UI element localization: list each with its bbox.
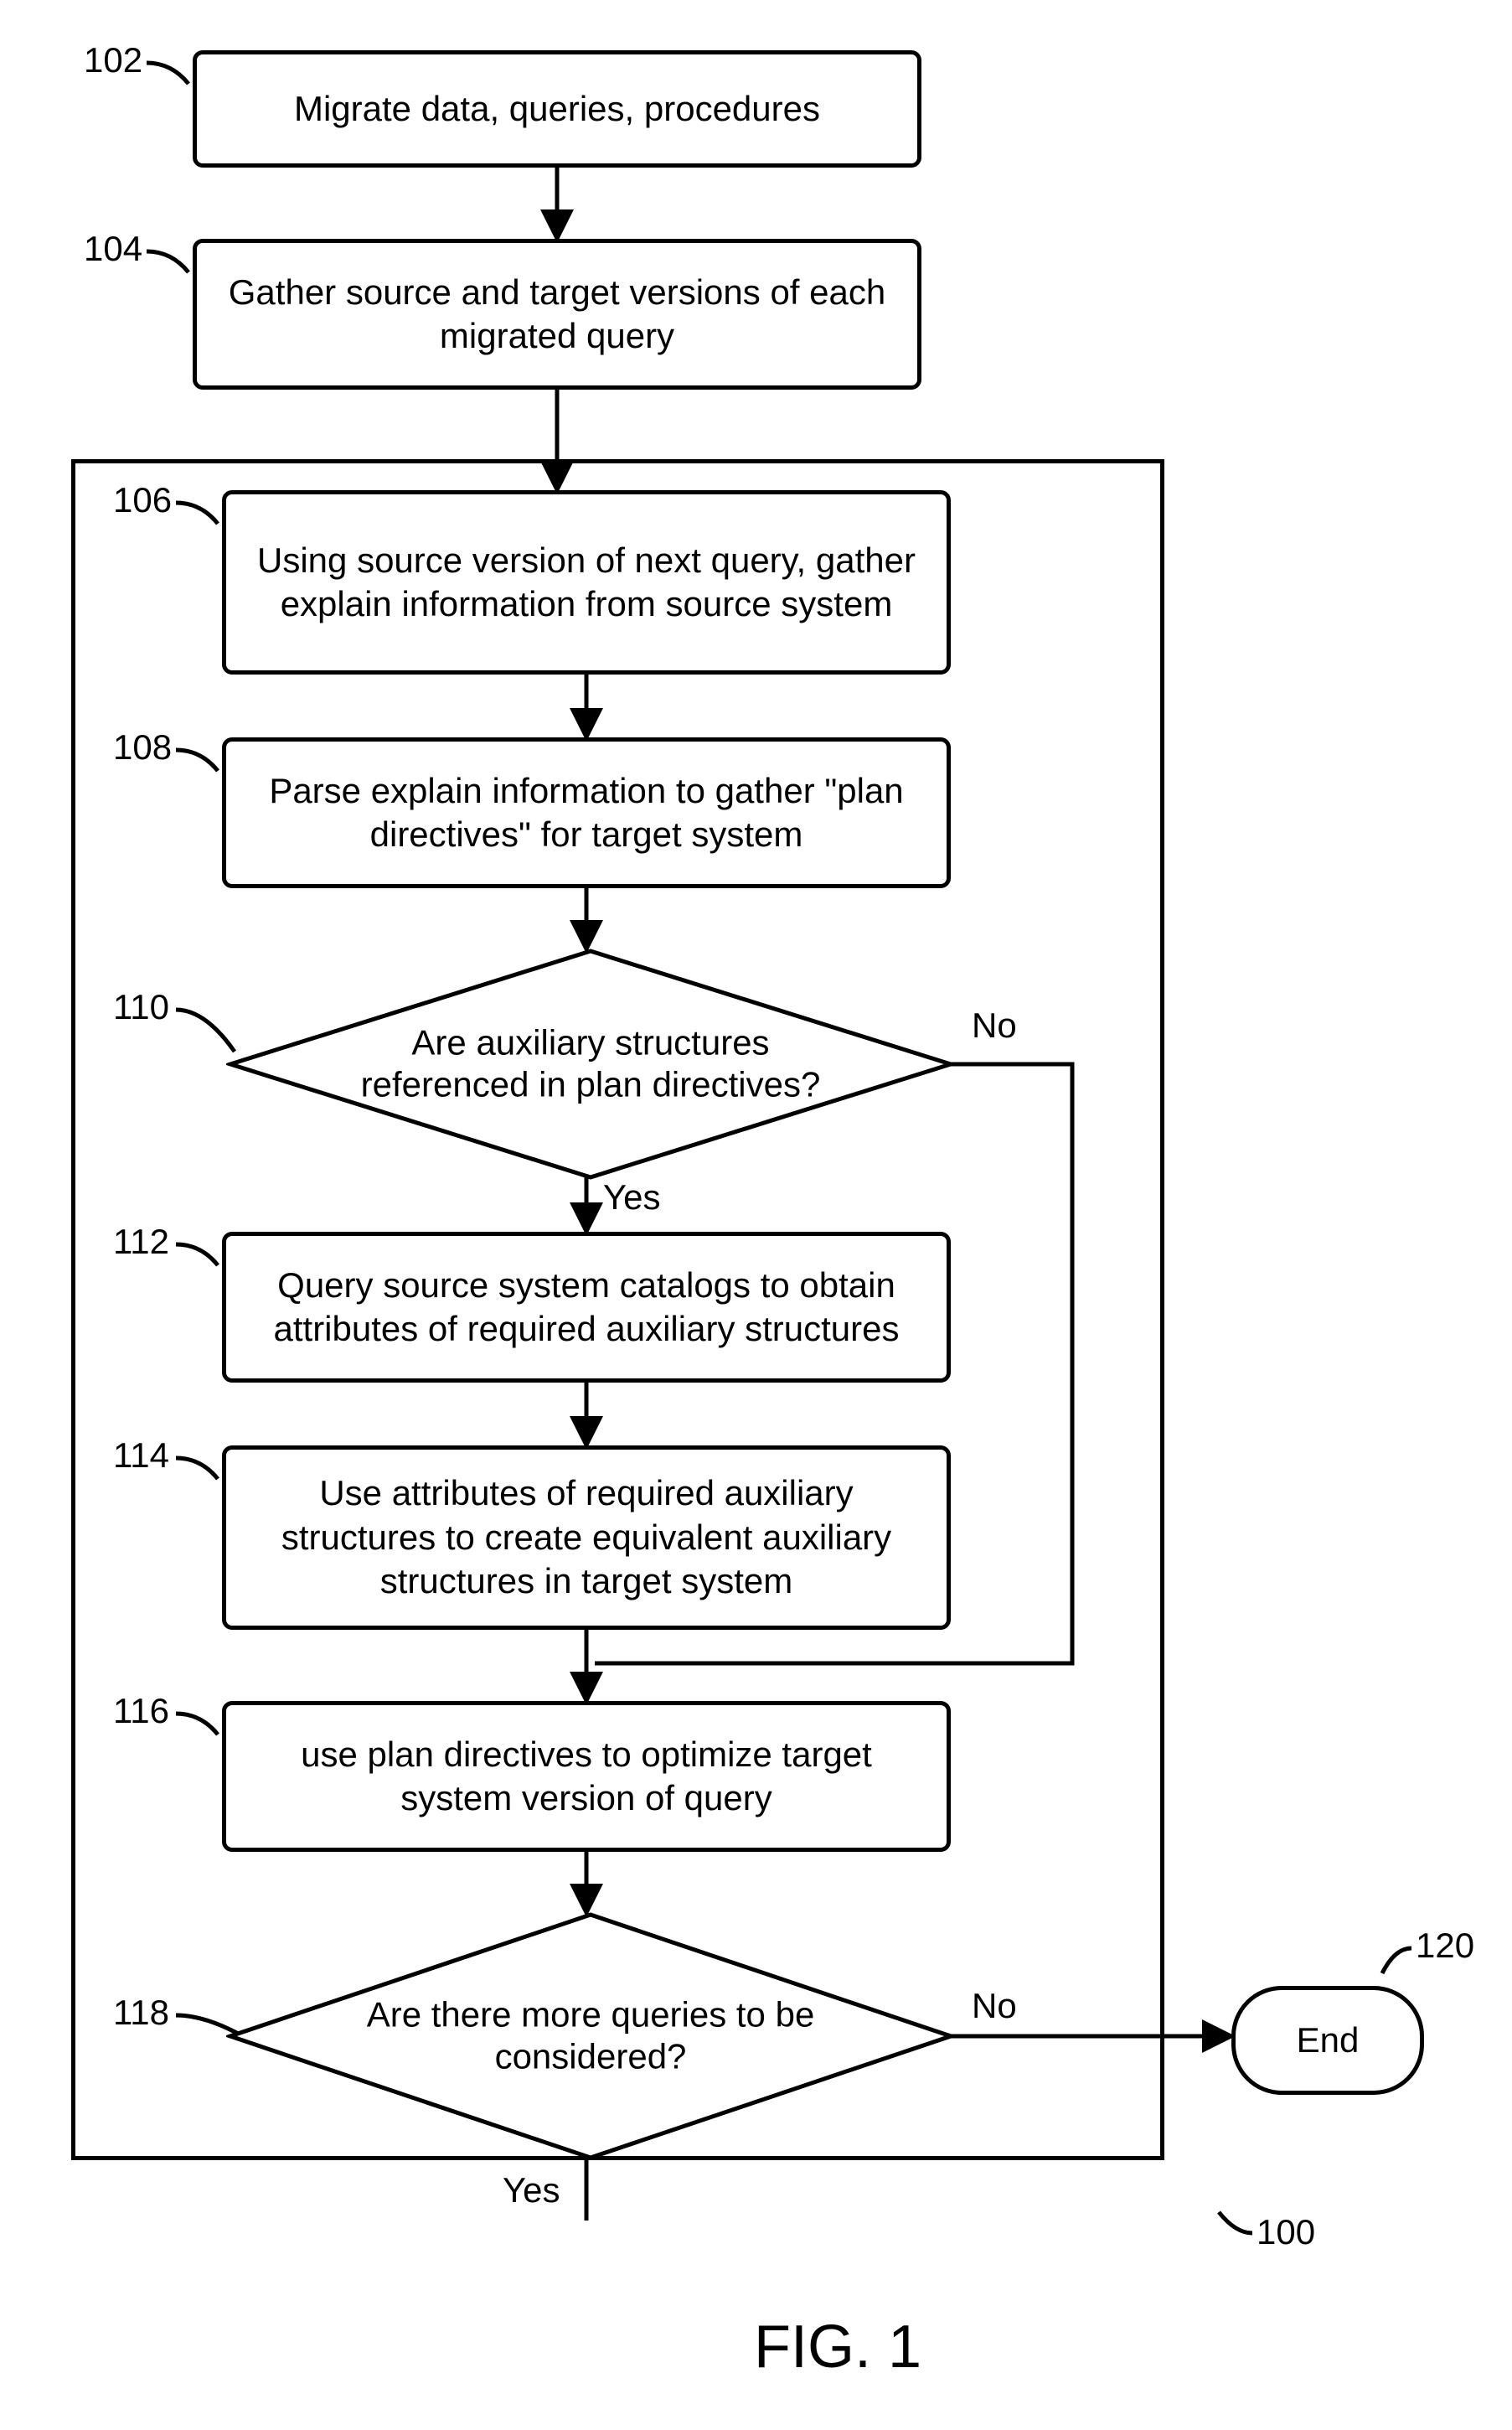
step-102-migrate: Migrate data, queries, procedures	[193, 50, 921, 168]
step-108-text: Parse explain information to gather "pla…	[243, 769, 930, 857]
terminator-end: End	[1231, 1986, 1424, 2095]
step-112-text: Query source system catalogs to obtain a…	[243, 1264, 930, 1352]
edge-118-yes: Yes	[503, 2170, 560, 2210]
step-116-text: use plan directives to optimize target s…	[243, 1733, 930, 1821]
ref-108: 108	[113, 729, 172, 766]
step-104-gather-versions: Gather source and target versions of eac…	[193, 239, 921, 390]
decision-118-more-queries: Are there more queries to be considered?	[226, 1910, 955, 2162]
ref-104: 104	[84, 230, 142, 267]
decision-110-aux-structures: Are auxiliary structures referenced in p…	[226, 947, 955, 1181]
ref-110: 110	[113, 989, 169, 1026]
flowchart-canvas: 102 Migrate data, queries, procedures 10…	[0, 0, 1512, 2430]
decision-118-text: Are there more queries to be considered?	[336, 1994, 846, 2079]
step-106-text: Using source version of next query, gath…	[243, 539, 930, 627]
step-114-text: Use attributes of required auxiliary str…	[243, 1471, 930, 1604]
step-112-query-catalogs: Query source system catalogs to obtain a…	[222, 1232, 951, 1383]
figure-label: FIG. 1	[754, 2313, 921, 2381]
step-104-text: Gather source and target versions of eac…	[214, 271, 900, 359]
step-116-optimize: use plan directives to optimize target s…	[222, 1701, 951, 1852]
ref-106: 106	[113, 482, 172, 519]
ref-118: 118	[113, 1994, 169, 2031]
ref-100: 100	[1257, 2212, 1315, 2252]
step-106-gather-explain: Using source version of next query, gath…	[222, 490, 951, 675]
ref-114: 114	[113, 1437, 169, 1474]
edge-118-no: No	[972, 1986, 1017, 2026]
decision-110-text: Are auxiliary structures referenced in p…	[336, 1022, 846, 1107]
edge-110-yes: Yes	[603, 1177, 661, 1218]
ref-120: 120	[1416, 1927, 1474, 1964]
ref-102: 102	[84, 42, 142, 79]
step-108-parse-explain: Parse explain information to gather "pla…	[222, 737, 951, 888]
ref-112: 112	[113, 1223, 169, 1260]
step-102-text: Migrate data, queries, procedures	[294, 87, 820, 132]
step-114-create-aux: Use attributes of required auxiliary str…	[222, 1445, 951, 1630]
ref-116: 116	[113, 1693, 169, 1729]
edge-110-no: No	[972, 1006, 1017, 1046]
terminator-end-text: End	[1297, 2020, 1360, 2060]
